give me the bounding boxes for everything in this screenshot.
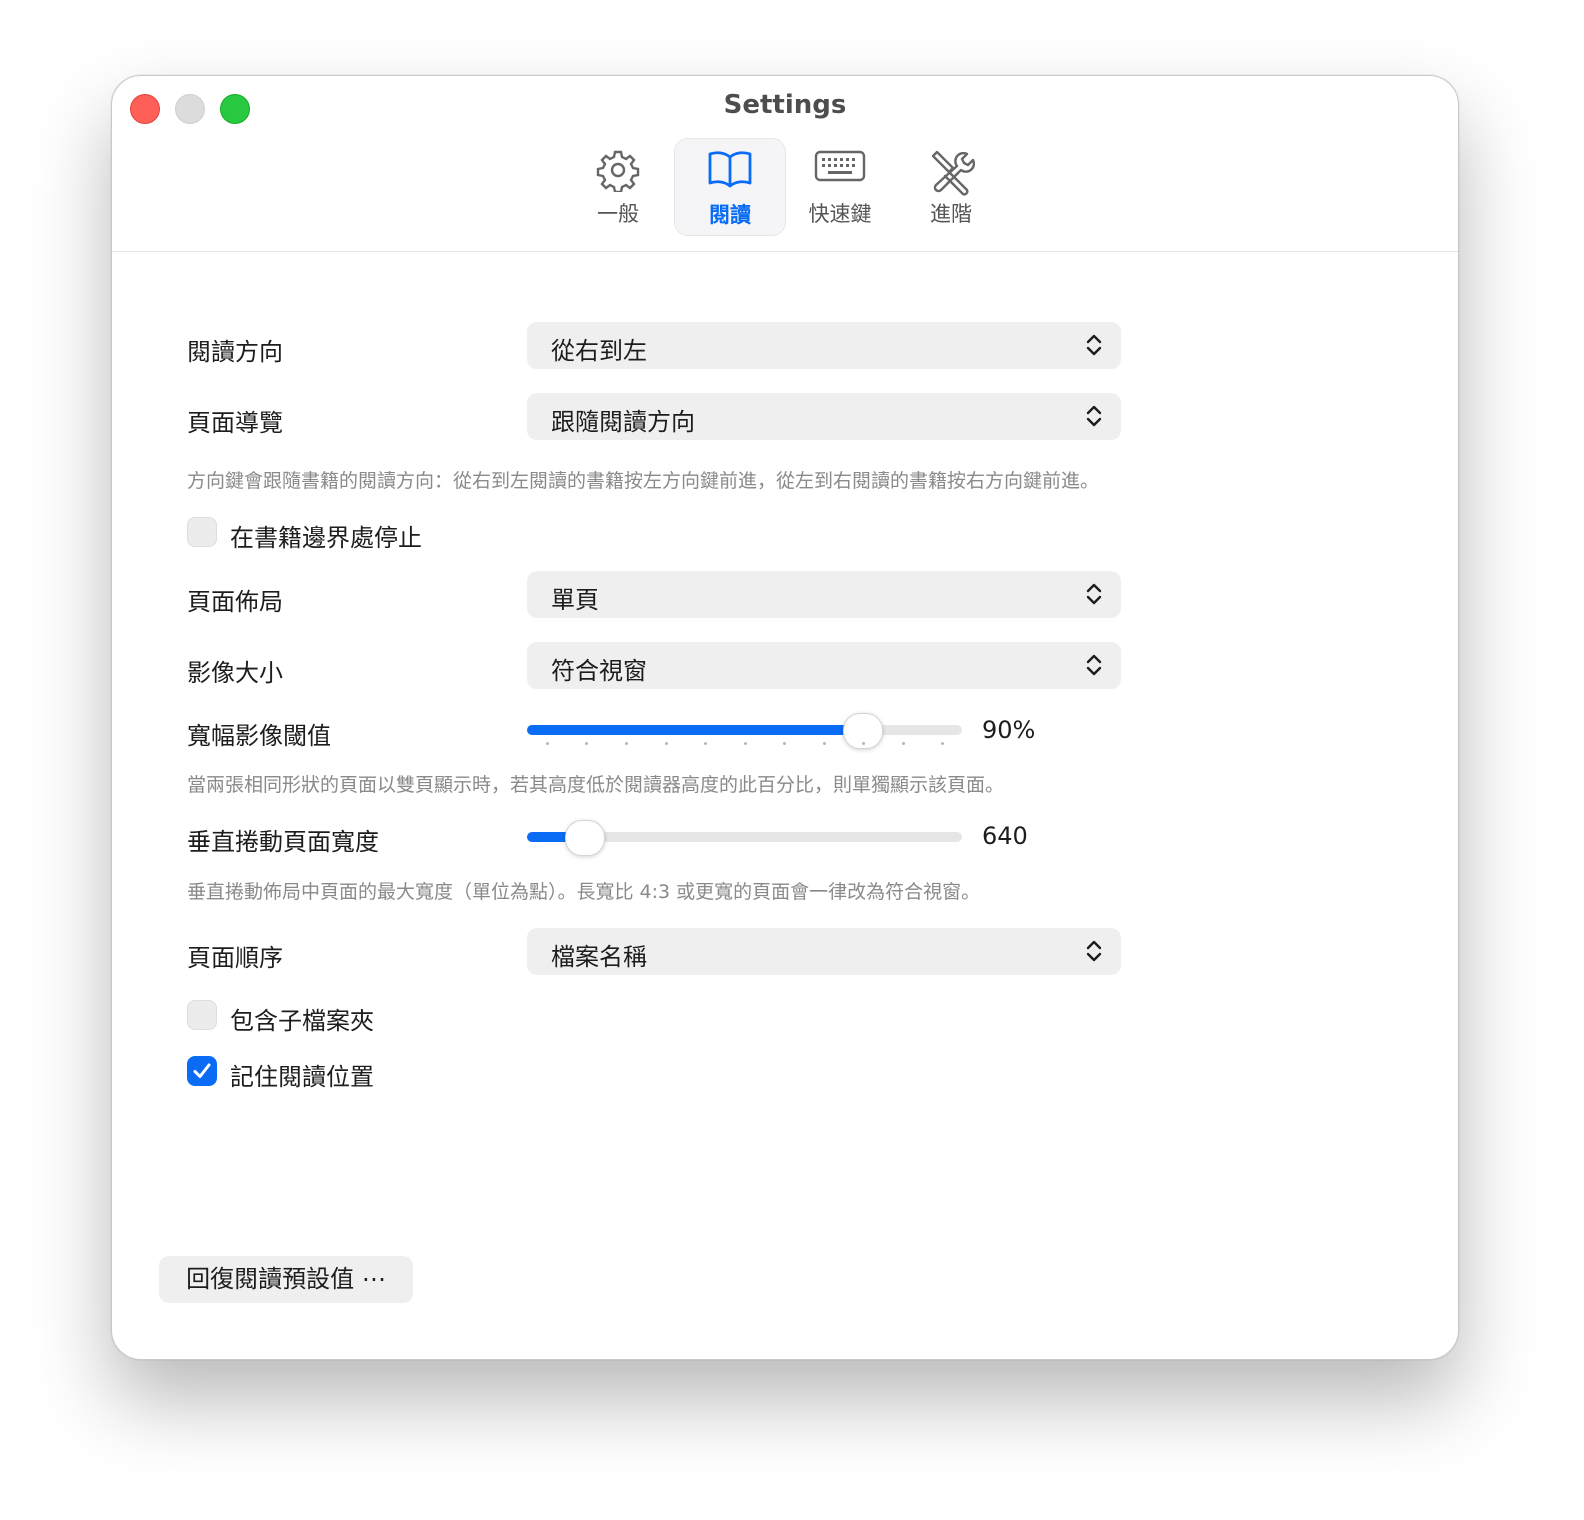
page-navigation-select[interactable]: 跟隨閱讀方向: [527, 393, 1121, 440]
select-value: 跟隨閱讀方向: [551, 408, 695, 436]
tab-label: 進階: [930, 202, 972, 226]
slider-tick: [546, 742, 549, 745]
chevron-updown-icon: [1086, 654, 1102, 676]
keyboard-icon: [814, 150, 866, 182]
reading-direction-select[interactable]: 從右到左: [527, 322, 1121, 369]
select-value: 從右到左: [551, 337, 647, 365]
window-title: Settings: [723, 90, 847, 120]
select-value: 檔案名稱: [551, 943, 647, 971]
gear-icon: [596, 150, 640, 192]
slider-tick: [902, 742, 905, 745]
select-value: 單頁: [551, 586, 599, 614]
slider-tick: [625, 742, 628, 745]
slider-knob[interactable]: [565, 820, 605, 856]
slider-tick: [862, 742, 865, 745]
slider-tick: [665, 742, 668, 745]
vertical-width-label: 垂直捲動頁面寬度: [187, 828, 379, 856]
tools-icon: [931, 150, 975, 196]
remember-position-label: 記住閱讀位置: [230, 1063, 374, 1091]
wide-threshold-value: 90%: [982, 716, 1036, 744]
tab-label: 快速鍵: [808, 202, 872, 226]
slider-tick: [704, 742, 707, 745]
vertical-width-value: 640: [982, 822, 1028, 850]
tab-general[interactable]: 一般: [563, 138, 673, 234]
page-layout-label: 頁面佈局: [187, 588, 283, 616]
toolbar: Settings 一般 閱讀 快速鍵 進階: [112, 76, 1458, 252]
tab-shortcuts[interactable]: 快速鍵: [785, 138, 895, 234]
slider-tick: [585, 742, 588, 745]
vertical-width-note: 垂直捲動佈局中頁面的最大寬度（單位為點）。長寬比 4:3 或更寬的頁面會一律改為…: [187, 881, 981, 903]
image-size-label: 影像大小: [187, 659, 283, 687]
tab-label: 一般: [597, 202, 639, 226]
tab-reading[interactable]: 閱讀: [674, 138, 786, 236]
chevron-updown-icon: [1086, 405, 1102, 427]
image-size-select[interactable]: 符合視窗: [527, 642, 1121, 689]
settings-window: Settings 一般 閱讀 快速鍵 進階 閱讀方向 從右到左 頁面導覽 跟隨閱…: [111, 75, 1459, 1360]
select-value: 符合視窗: [551, 657, 647, 685]
restore-defaults-button[interactable]: 回復閱讀預設值 ⋯: [159, 1256, 413, 1303]
chevron-updown-icon: [1086, 940, 1102, 962]
wide-threshold-note: 當兩張相同形狀的頁面以雙頁顯示時，若其高度低於閱讀器高度的此百分比，則單獨顯示該…: [187, 774, 1005, 796]
page-navigation-label: 頁面導覽: [187, 409, 283, 437]
page-order-select[interactable]: 檔案名稱: [527, 928, 1121, 975]
remember-position-checkbox[interactable]: [187, 1056, 217, 1086]
chevron-updown-icon: [1086, 583, 1102, 605]
include-subfolders-label: 包含子檔案夾: [230, 1007, 374, 1035]
slider-tick: [941, 742, 944, 745]
slider-tick: [744, 742, 747, 745]
page-layout-select[interactable]: 單頁: [527, 571, 1121, 618]
page-order-label: 頁面順序: [187, 944, 283, 972]
tab-label: 閱讀: [709, 203, 751, 227]
stop-at-boundary-label: 在書籍邊界處停止: [230, 524, 422, 552]
reading-direction-label: 閱讀方向: [187, 338, 283, 366]
checkmark-icon: [193, 1063, 211, 1078]
stop-at-boundary-checkbox[interactable]: [187, 517, 217, 547]
wide-threshold-label: 寬幅影像閾值: [187, 722, 331, 750]
page-navigation-note: 方向鍵會跟隨書籍的閱讀方向：從右到左閱讀的書籍按左方向鍵前進，從左到右閱讀的書籍…: [187, 470, 1100, 492]
include-subfolders-checkbox[interactable]: [187, 1000, 217, 1030]
vertical-width-slider[interactable]: [527, 820, 962, 856]
slider-fill: [527, 725, 862, 735]
tab-advanced[interactable]: 進階: [896, 138, 1006, 234]
book-icon: [708, 151, 752, 188]
wide-threshold-slider[interactable]: [527, 713, 962, 749]
chevron-updown-icon: [1086, 334, 1102, 356]
slider-tick: [823, 742, 826, 745]
slider-tick: [783, 742, 786, 745]
